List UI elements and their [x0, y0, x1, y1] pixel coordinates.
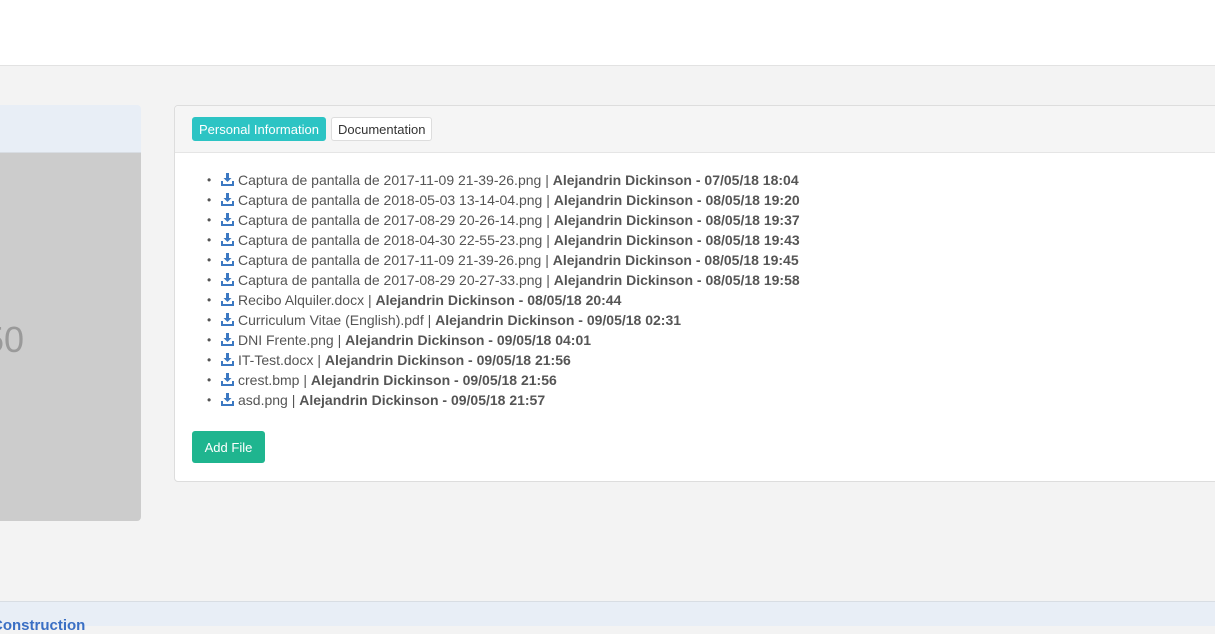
separator: | [337, 332, 342, 348]
file-uploader-date: Alejandrin Dickinson - 09/05/18 21:56 [324, 352, 571, 368]
separator: | [291, 392, 296, 408]
download-icon[interactable] [221, 213, 234, 226]
left-panel-header [0, 105, 141, 153]
file-name-link[interactable]: Recibo Alquiler.docx [238, 292, 364, 308]
file-name-link[interactable]: DNI Frente.png [238, 332, 334, 348]
tabs-bar: Personal Information Documentation [175, 106, 1215, 153]
bullet-icon: • [207, 293, 212, 307]
file-list-item: • crest.bmp | Alejandrin Dickinson - 09/0… [207, 370, 800, 390]
file-list-item: • Captura de pantalla de 2018-04-30 22-55… [207, 230, 800, 250]
file-name-link[interactable]: Captura de pantalla de 2017-11-09 21-39-… [238, 252, 541, 268]
separator: | [546, 212, 550, 228]
file-uploader-date: Alejandrin Dickinson - 08/05/18 19:43 [553, 232, 800, 248]
documents-panel: Personal Information Documentation • Capt… [174, 105, 1215, 482]
tab-personal-information[interactable]: Personal Information [192, 117, 326, 141]
bullet-icon: • [207, 353, 212, 367]
download-icon[interactable] [221, 313, 234, 326]
top-navbar [0, 0, 1215, 66]
file-list-item: • Captura de pantalla de 2018-05-03 13-14… [207, 190, 800, 210]
file-uploader-date: Alejandrin Dickinson - 08/05/18 19:20 [553, 192, 800, 208]
bullet-icon: • [207, 213, 212, 227]
file-list-item: • asd.png | Alejandrin Dickinson - 09/05/… [207, 390, 800, 410]
placeholder-number: 50 [0, 319, 25, 360]
file-list: • Captura de pantalla de 2017-11-09 21-39… [207, 170, 800, 410]
bullet-icon: • [207, 173, 212, 187]
separator: | [546, 232, 550, 248]
download-icon[interactable] [221, 253, 234, 266]
file-uploader-date: Alejandrin Dickinson - 08/05/18 20:44 [375, 292, 622, 308]
download-icon[interactable] [221, 393, 234, 406]
file-name-link[interactable]: Captura de pantalla de 2018-04-30 22-55-… [238, 232, 542, 248]
bullet-icon: • [207, 373, 212, 387]
file-name-link[interactable]: crest.bmp [238, 372, 299, 388]
download-icon[interactable] [221, 293, 234, 306]
file-list-item: • Curriculum Vitae (English).pdf | Alejan… [207, 310, 800, 330]
separator: | [367, 292, 372, 308]
left-panel-image-placeholder: 50 [0, 153, 141, 521]
file-list-item: • Captura de pantalla de 2017-08-29 20-27… [207, 270, 800, 290]
file-uploader-date: Alejandrin Dickinson - 09/05/18 21:57 [299, 392, 546, 408]
add-file-button[interactable]: Add File [192, 431, 265, 463]
file-list-item: • Captura de pantalla de 2017-11-09 21-39… [207, 170, 800, 190]
file-list-item: • Recibo Alquiler.docx | Alejandrin Dicki… [207, 290, 800, 310]
separator: | [546, 272, 550, 288]
left-panel: 50 [0, 105, 141, 521]
separator: | [546, 192, 550, 208]
file-name-link[interactable]: Curriculum Vitae (English).pdf [238, 312, 424, 328]
bullet-icon: • [207, 333, 212, 347]
bullet-icon: • [207, 253, 212, 267]
file-uploader-date: Alejandrin Dickinson - 08/05/18 19:58 [553, 272, 800, 288]
download-icon[interactable] [221, 233, 234, 246]
bullet-icon: • [207, 233, 212, 247]
separator: | [317, 352, 321, 368]
file-uploader-date: Alejandrin Dickinson - 09/05/18 21:56 [310, 372, 557, 388]
separator: | [545, 172, 549, 188]
file-name-link[interactable]: Captura de pantalla de 2017-08-29 20-27-… [238, 272, 542, 288]
bullet-icon: • [207, 313, 212, 327]
download-icon[interactable] [221, 273, 234, 286]
download-icon[interactable] [221, 373, 234, 386]
file-list-item: • IT-Test.docx | Alejandrin Dickinson - 0… [207, 350, 800, 370]
download-icon[interactable] [221, 173, 234, 186]
file-list-item: • DNI Frente.png | Alejandrin Dickinson -… [207, 330, 800, 350]
file-list-item: • Captura de pantalla de 2017-11-09 21-39… [207, 250, 800, 270]
footer-bar: Construction [0, 601, 1215, 634]
file-uploader-date: Alejandrin Dickinson - 09/05/18 04:01 [345, 332, 592, 348]
bullet-icon: • [207, 193, 212, 207]
download-icon[interactable] [221, 193, 234, 206]
file-name-link[interactable]: IT-Test.docx [238, 352, 313, 368]
download-icon[interactable] [221, 333, 234, 346]
file-uploader-date: Alejandrin Dickinson - 07/05/18 18:04 [552, 172, 799, 188]
bullet-icon: • [207, 273, 212, 287]
file-list-item: • Captura de pantalla de 2017-08-29 20-26… [207, 210, 800, 230]
tab-documentation[interactable]: Documentation [331, 117, 433, 141]
file-name-link[interactable]: asd.png [238, 392, 288, 408]
file-name-link[interactable]: Captura de pantalla de 2018-05-03 13-14-… [238, 192, 542, 208]
file-uploader-date: Alejandrin Dickinson - 09/05/18 02:31 [435, 312, 682, 328]
footer-link[interactable]: Construction [0, 617, 85, 634]
file-uploader-date: Alejandrin Dickinson - 08/05/18 19:45 [552, 252, 799, 268]
bullet-icon: • [207, 393, 212, 407]
separator: | [545, 252, 549, 268]
file-name-link[interactable]: Captura de pantalla de 2017-08-29 20-26-… [238, 212, 542, 228]
file-name-link[interactable]: Captura de pantalla de 2017-11-09 21-39-… [238, 172, 541, 188]
separator: | [427, 312, 432, 328]
download-icon[interactable] [221, 353, 234, 366]
separator: | [303, 372, 307, 388]
file-uploader-date: Alejandrin Dickinson - 08/05/18 19:37 [553, 212, 800, 228]
